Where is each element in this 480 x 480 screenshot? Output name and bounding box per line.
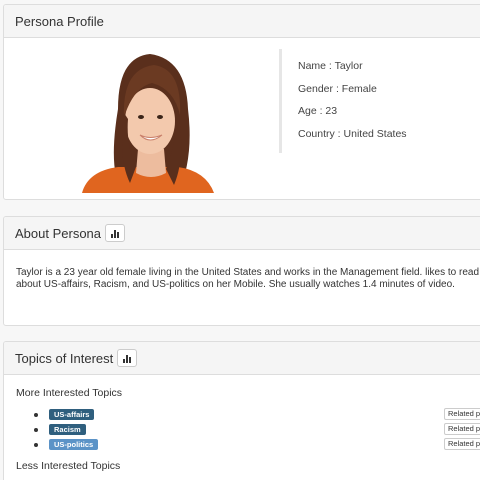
bullet xyxy=(34,442,38,447)
panel-title: Topics of Interest xyxy=(15,350,114,366)
topics-chart-button[interactable] xyxy=(117,349,138,367)
topics-of-interest-panel: Topics of Interest More Interested Topic… xyxy=(3,341,480,480)
gender-field: Gender : Female xyxy=(298,82,377,95)
panel-heading: About Persona xyxy=(4,217,480,250)
about-persona-panel: About Persona Taylor is a 23 year old fe… xyxy=(3,216,480,326)
topic-item: US-politics xyxy=(34,438,99,451)
name-field: Name : Taylor xyxy=(298,60,363,72)
bar-chart-icon xyxy=(123,354,132,363)
persona-photo xyxy=(82,54,214,193)
related-button[interactable]: Related p xyxy=(444,408,480,420)
country-field: Country : United States xyxy=(298,127,407,140)
less-interested-label: Less Interested Topics xyxy=(16,460,121,472)
panel-heading: Topics of Interest xyxy=(4,342,480,375)
topic-tag[interactable]: US-politics xyxy=(49,439,99,450)
bar-chart-icon xyxy=(111,229,120,238)
about-description: Taylor is a 23 year old female living in… xyxy=(16,267,480,290)
panel-title: About Persona xyxy=(15,225,102,241)
topic-item: Racism xyxy=(34,423,86,436)
topic-tag[interactable]: US-affairs xyxy=(49,409,95,420)
related-button[interactable]: Related p xyxy=(444,438,480,450)
persona-profile-panel: Persona Profile Name : Taylor Gender : F… xyxy=(3,4,480,200)
bullet xyxy=(34,412,38,417)
profile-divider xyxy=(279,49,282,153)
topic-item: US-affairs xyxy=(34,408,95,421)
bullet xyxy=(34,427,38,432)
more-interested-label: More Interested Topics xyxy=(16,387,123,399)
related-button[interactable]: Related p xyxy=(444,423,480,435)
profile-info: Name : Taylor Gender : Female Age : 23 C… xyxy=(298,57,407,147)
panel-heading: Persona Profile xyxy=(4,5,480,38)
topic-tag[interactable]: Racism xyxy=(49,424,86,435)
about-chart-button[interactable] xyxy=(105,224,126,242)
panel-title: Persona Profile xyxy=(15,13,104,29)
age-field: Age : 23 xyxy=(298,105,338,117)
